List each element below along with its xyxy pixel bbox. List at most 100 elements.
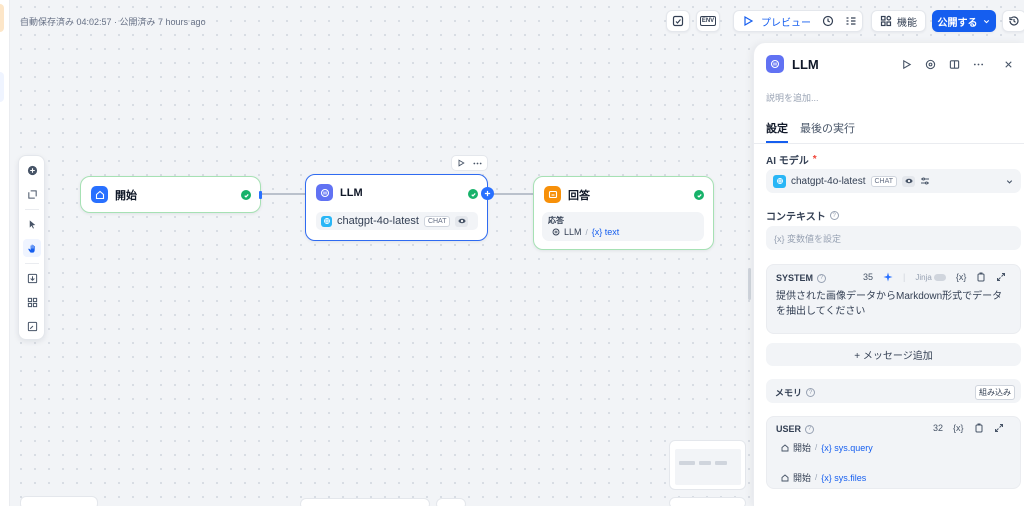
version-history-button[interactable] [1002, 10, 1024, 32]
llm-node-title: LLM [340, 186, 363, 199]
tab-settings[interactable]: 設定 [766, 120, 788, 136]
answer-field-label: 応答 [548, 216, 564, 225]
node-config-panel: LLM 説明を追加... 設定 最後の実行 AI モデル * chatgpt-4o… [753, 43, 1024, 506]
answer-ref-var: {x} text [591, 227, 620, 237]
plus-circle-icon [27, 165, 37, 175]
bottom-toolbar-extra[interactable] [436, 498, 466, 506]
run-icon[interactable] [901, 59, 912, 70]
home-icon [781, 473, 789, 481]
context-variable-input[interactable]: {x} 変数値を設定 [766, 226, 1021, 250]
add-node-button[interactable] [23, 161, 41, 179]
expand-icon[interactable] [994, 423, 1004, 433]
user-prompt-card[interactable]: USER? 32 {x} 開始 / {x} sys.query 開始 / {x} s… [766, 416, 1021, 489]
bottom-toolbar[interactable] [300, 498, 430, 506]
close-icon[interactable] [1003, 59, 1014, 70]
memory-row[interactable]: メモリ? 組み込み [766, 379, 1021, 403]
memory-label: メモリ? [775, 386, 816, 399]
minimap-toggle-button[interactable] [23, 317, 41, 335]
add-note-button[interactable] [23, 185, 41, 203]
user-label: USER? [776, 424, 815, 434]
preview-label: プレビュー [761, 17, 811, 29]
palette-divider [25, 209, 39, 210]
answer-field: 応答 LLM / {x} text [542, 212, 704, 241]
copy-icon[interactable] [976, 272, 986, 282]
minimap-node [715, 461, 727, 465]
tool-palette [18, 155, 45, 340]
history-icon [1009, 16, 1019, 26]
panel-tabs: 設定 最後の実行 [766, 120, 855, 136]
chevron-down-icon [983, 19, 989, 23]
settings-sliders-icon[interactable] [920, 176, 930, 186]
tab-last-run[interactable]: 最後の実行 [800, 120, 855, 136]
plus-icon [484, 190, 491, 197]
model-mode-chip: CHAT [870, 175, 898, 187]
edges-layer [261, 193, 533, 195]
panel-actions [901, 59, 1014, 70]
llm-icon [316, 184, 333, 201]
context-label: コンテキスト? [766, 208, 839, 223]
more-icon[interactable] [473, 159, 482, 168]
pointer-mode-button[interactable] [23, 215, 41, 233]
jinja-toggle[interactable]: Jinja [915, 273, 946, 282]
sparkle-icon[interactable] [883, 272, 893, 282]
start-node-title: 開始 [115, 189, 137, 202]
home-icon [91, 186, 108, 203]
autosave-status: 自動保存済み 04:02:57 · 公開済み 7 hours ago [20, 17, 206, 27]
mode-chip: CHAT [423, 215, 451, 227]
minimap-node [699, 461, 711, 465]
minimap[interactable] [669, 440, 746, 490]
memory-builtin-badge: 組み込み [975, 385, 1015, 400]
add-message-button[interactable]: + メッセージ追加 [766, 343, 1021, 366]
features-button[interactable]: 機能 [871, 10, 926, 32]
expand-icon[interactable] [996, 272, 1006, 282]
publish-button[interactable]: 公開する [932, 10, 996, 32]
copy-icon[interactable] [974, 423, 984, 433]
llm-icon [766, 55, 784, 73]
start-node[interactable]: 開始 [80, 176, 262, 213]
system-prompt-text[interactable]: 提供された画像データからMarkdown形式でデータを抽出してください [776, 289, 1011, 319]
help-icon[interactable] [925, 59, 936, 70]
user-char-count: 32 [933, 423, 944, 433]
run-node-icon[interactable] [457, 159, 465, 167]
checklist-button[interactable] [666, 10, 690, 32]
model-name: chatgpt-4o-latest [791, 175, 866, 187]
model-selector[interactable]: chatgpt-4o-latest CHAT [766, 169, 1021, 193]
chevron-down-icon [1006, 179, 1013, 184]
panel-resize-handle[interactable] [748, 268, 751, 300]
llm-node[interactable]: LLM chatgpt-4o-latest CHAT [305, 174, 494, 241]
sidebar-tab-indicator[interactable] [0, 4, 4, 32]
answer-node[interactable]: 回答 応答 LLM / {x} text [533, 176, 714, 250]
left-sidebar-strip [0, 0, 10, 506]
add-next-node-button[interactable] [481, 187, 494, 200]
zoom-controls[interactable] [20, 496, 98, 506]
sidebar-tab-active[interactable] [0, 72, 4, 102]
output-handle[interactable] [259, 191, 262, 199]
insert-variable-icon[interactable]: {x} [953, 423, 964, 433]
system-prompt-card[interactable]: SYSTEM? 35 | Jinja {x} 提供された画像データからMarkd… [766, 264, 1021, 334]
env-button[interactable]: ENV [696, 10, 720, 32]
preview-button[interactable]: プレビュー [734, 14, 819, 29]
history-run-button[interactable] [822, 15, 834, 30]
vision-icon [455, 215, 469, 227]
checklist-icon [672, 15, 684, 27]
user-var-ref-query[interactable]: 開始 / {x} sys.query [781, 441, 873, 454]
image-export-icon [27, 273, 37, 283]
panel-title: LLM [792, 56, 819, 72]
minimap-controls[interactable] [669, 497, 746, 506]
layout-icon [27, 297, 37, 307]
checklist-run-button[interactable] [845, 15, 857, 30]
description-input[interactable]: 説明を追加... [766, 91, 819, 104]
llm-icon [552, 228, 560, 236]
more-icon[interactable] [973, 59, 984, 70]
success-check-icon [241, 190, 251, 200]
insert-variable-icon[interactable]: {x} [956, 272, 967, 282]
system-char-count: 35 [863, 272, 874, 282]
docs-icon[interactable] [949, 59, 960, 70]
openai-icon [773, 174, 786, 188]
organize-nodes-button[interactable] [23, 293, 41, 311]
hand-mode-button[interactable] [23, 239, 41, 257]
llm-model-name: chatgpt-4o-latest [337, 215, 419, 227]
answer-ref-node: LLM [564, 227, 582, 237]
export-image-button[interactable] [23, 269, 41, 287]
user-var-ref-files[interactable]: 開始 / {x} sys.files [781, 471, 866, 484]
